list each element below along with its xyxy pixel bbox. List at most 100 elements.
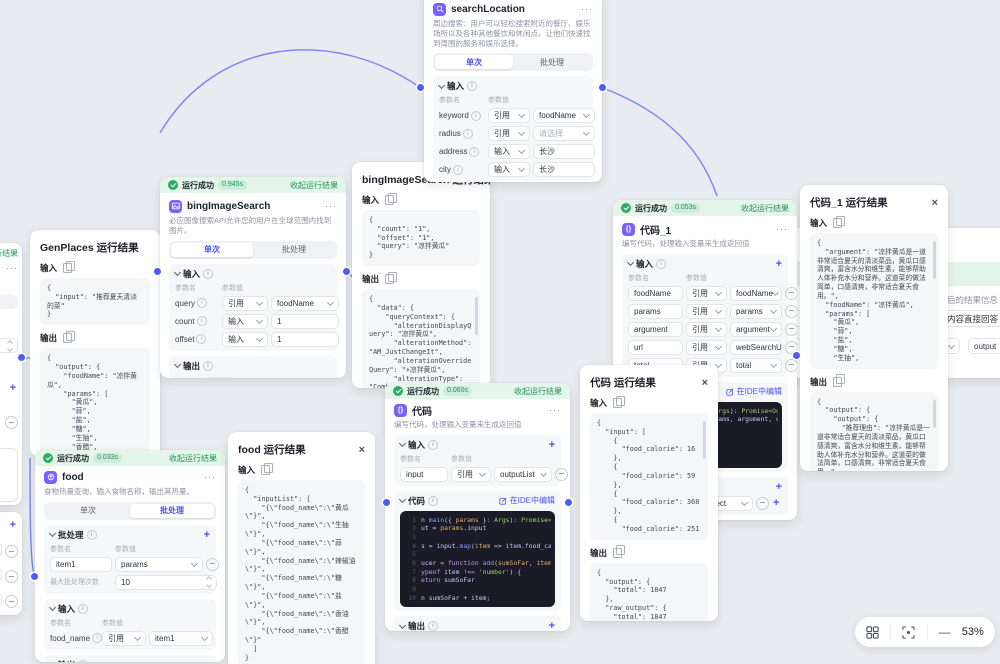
food-result-panel[interactable]: food 运行结果× 输入 { "inputList": [ "{\"food_… — [228, 432, 375, 664]
param-type-select[interactable]: 输入 — [488, 144, 530, 159]
scrollbar[interactable] — [475, 297, 478, 335]
copy-icon[interactable] — [613, 548, 622, 558]
bing-node-card[interactable]: 运行成功 0.945s 收起运行结果 bingImageSearch ··· 必… — [160, 177, 346, 378]
copy-icon[interactable] — [613, 398, 622, 408]
node-port[interactable] — [31, 573, 38, 580]
tab-single[interactable]: 单次 — [46, 504, 130, 518]
param-value-select[interactable]: 请选择 — [533, 126, 595, 141]
output-row[interactable]: dataObject — [175, 376, 331, 379]
batch-name-input[interactable]: item1 — [50, 557, 112, 572]
scrollbar[interactable] — [933, 400, 936, 428]
zoom-out-button[interactable]: — — [939, 625, 951, 639]
param-name-input[interactable]: foodName — [628, 286, 683, 301]
add-output-button[interactable]: + — [776, 482, 782, 492]
param-value-select[interactable]: foodName — [730, 286, 782, 301]
param-type-select[interactable]: 输入 — [488, 162, 530, 177]
param-type-select[interactable]: 引用 — [488, 108, 530, 123]
code-editor[interactable]: 1n main({ params }: Args): Promise<Outpu… — [400, 511, 555, 607]
remove-param-button[interactable] — [5, 416, 18, 429]
node-port[interactable] — [417, 84, 424, 91]
param-input[interactable] — [0, 592, 2, 607]
left-node-card-clipped[interactable]: 收起运行结果 ··· + — [0, 243, 22, 505]
add-child-button[interactable]: + — [773, 498, 779, 508]
end-node-output-select[interactable]: output — [968, 338, 1000, 354]
param-type-select[interactable]: 引用 — [686, 322, 727, 337]
genplaces-result-panel[interactable]: GenPlaces 运行结果 输入 { "input": "推荐夏天清淡的菜" … — [30, 230, 160, 456]
more-menu-button[interactable]: ··· — [549, 405, 561, 415]
tab-single[interactable]: 单次 — [435, 55, 513, 69]
tab-single[interactable]: 单次 — [171, 243, 253, 257]
copy-icon[interactable] — [833, 377, 842, 387]
search-location-node-card[interactable]: searchLocation ··· 周边搜索：用户可以轻松搜索附近的餐厅、娱乐… — [424, 0, 602, 182]
collapse-result-link[interactable]: 收起运行结果 — [290, 180, 338, 191]
remove-output-button[interactable] — [756, 497, 769, 510]
param-value-input[interactable]: 长沙 — [533, 144, 595, 159]
tab-batch[interactable]: 批处理 — [130, 504, 214, 518]
copy-icon[interactable] — [63, 263, 72, 273]
param-value-select[interactable]: webSearchU... — [730, 340, 782, 355]
param-type-select[interactable]: 引用 — [102, 631, 146, 646]
code-node-card[interactable]: 运行成功 0.060s 收起运行结果 {} 代码 ··· 编写代码，处理输入变量… — [385, 383, 570, 631]
food-node-card[interactable]: 运行成功 0.033s 收起运行结果 food ··· 食物热量查询，输入食物名… — [35, 450, 225, 662]
max-batch-input[interactable]: 10 — [115, 575, 217, 590]
more-menu-button[interactable]: ··· — [6, 263, 18, 273]
remove-param-button[interactable] — [785, 359, 797, 372]
param-value-input[interactable]: 1 — [271, 314, 339, 329]
remove-param-button[interactable] — [5, 595, 18, 608]
node-port[interactable] — [154, 268, 161, 275]
workflow-canvas[interactable]: 运行后的结果信息 设定的内容直接回答 output 运行成功 0.053s 收起… — [0, 0, 1000, 664]
add-param-button[interactable]: + — [776, 259, 782, 269]
copy-icon[interactable] — [833, 218, 842, 228]
node-port[interactable] — [565, 499, 572, 506]
batch-value-select[interactable]: params — [115, 557, 203, 572]
more-menu-button[interactable]: ··· — [204, 472, 216, 482]
param-type-select[interactable]: 引用 — [686, 304, 727, 319]
remove-param-button[interactable] — [555, 468, 568, 481]
more-menu-button[interactable]: ··· — [581, 4, 593, 14]
remove-param-button[interactable] — [785, 287, 797, 300]
scrollbar[interactable] — [933, 241, 936, 279]
param-type-select[interactable]: 引用 — [686, 286, 727, 301]
param-name-input[interactable]: input — [400, 467, 448, 482]
param-name-input[interactable]: url — [628, 340, 683, 355]
param-value-select[interactable]: argument — [730, 322, 782, 337]
number-input[interactable] — [0, 338, 18, 353]
remove-param-button[interactable] — [5, 570, 18, 583]
remove-param-button[interactable] — [785, 323, 797, 336]
param-name-input[interactable]: params — [628, 304, 683, 319]
param-input[interactable] — [0, 542, 2, 557]
add-batch-param-button[interactable]: + — [204, 530, 210, 540]
zoom-level[interactable]: 53% — [962, 626, 984, 638]
collapse-result-link[interactable]: 收起运行结果 — [514, 386, 562, 397]
close-icon[interactable]: × — [932, 198, 938, 208]
add-output-button[interactable]: + — [549, 621, 555, 631]
node-port[interactable] — [18, 354, 25, 361]
fit-view-button[interactable] — [902, 626, 915, 639]
code-result-panel[interactable]: 代码 运行结果× 输入 { "input": [ { "food_calorie… — [580, 365, 718, 621]
node-port[interactable] — [793, 352, 800, 359]
node-port[interactable] — [599, 84, 606, 91]
edit-in-ide-link[interactable]: 在IDE中编辑 — [726, 386, 782, 397]
code1-result-panel[interactable]: 代码_1 运行结果× 输入 { "argument": "凉拌黄瓜是一道非常适合… — [800, 185, 948, 471]
tab-batch[interactable]: 批处理 — [253, 243, 335, 257]
node-port[interactable] — [383, 499, 390, 506]
remove-param-button[interactable] — [206, 558, 219, 571]
copy-icon[interactable] — [385, 195, 394, 205]
collapse-result-link[interactable]: 收起运行结果 — [0, 248, 18, 259]
param-value-input[interactable]: 长沙 — [533, 162, 595, 177]
param-type-select[interactable]: 引用 — [686, 340, 727, 355]
param-value-input[interactable]: 1 — [271, 332, 339, 347]
close-icon[interactable]: × — [702, 378, 708, 388]
param-value-select[interactable]: foodName — [533, 108, 595, 123]
collapse-result-link[interactable]: 收起运行结果 — [741, 203, 789, 214]
remove-param-button[interactable] — [5, 545, 18, 558]
node-port[interactable] — [343, 268, 350, 275]
param-type-select[interactable]: 输入 — [222, 314, 268, 329]
param-value-select[interactable]: outputList — [494, 467, 552, 482]
scrollbar[interactable] — [703, 421, 706, 459]
add-param-button[interactable]: + — [549, 440, 555, 450]
stepper-icon[interactable] — [8, 341, 12, 351]
tab-batch[interactable]: 批处理 — [513, 55, 591, 69]
copy-icon[interactable] — [385, 274, 394, 284]
copy-icon[interactable] — [261, 465, 270, 475]
